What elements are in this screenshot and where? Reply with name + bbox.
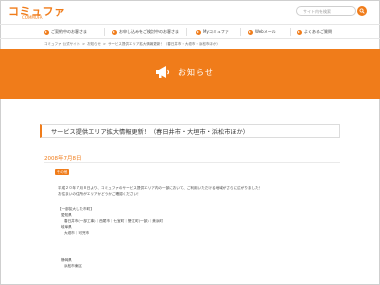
breadcrumb-separator: > (82, 42, 86, 46)
nav-item-prospective-customers[interactable]: お申し込みをご検討中のお客さま (112, 25, 179, 39)
nav-item-label: ご契約中のお客さま (51, 29, 87, 34)
article-date: 2008年7月8日 (44, 156, 82, 162)
article-line: 平成２０年７月８日より、コミュファのサービス提供エリア内の一部において、ご利用い… (58, 186, 263, 190)
nav-item-label: よくあるご質問 (304, 29, 332, 34)
arrow-circle-icon (248, 29, 253, 35)
nav-divider (290, 28, 291, 36)
article-line: 静岡県 (61, 258, 72, 262)
commufa-logo[interactable]: コミュファ COMMUFA (8, 3, 65, 21)
nav-item-faq[interactable]: よくあるご質問 (297, 25, 332, 39)
search-icon (359, 8, 365, 14)
megaphone-icon (156, 66, 170, 78)
article-line: 【一部拡大した市町】 (58, 207, 94, 211)
page-banner: お知らせ (0, 49, 380, 99)
arrow-circle-icon (297, 29, 302, 35)
nav-divider (240, 28, 241, 36)
breadcrumb-separator: > (103, 42, 106, 46)
logo-subtext: COMMUFA (22, 15, 43, 20)
site-header: コミュファ COMMUFA (0, 0, 380, 24)
nav-divider (104, 28, 105, 36)
search-button[interactable] (357, 6, 367, 16)
global-nav: ご契約中のお客さま お申し込みをご検討中のお客さま Myコミュファ Webメール… (0, 24, 380, 39)
nav-divider (186, 28, 187, 36)
article-line: 愛知県 (61, 213, 72, 217)
breadcrumb-link-home[interactable]: コミュファ 公式サイト (44, 42, 80, 47)
category-badge: その他 (55, 169, 69, 175)
article-line: 岐阜県 (61, 225, 72, 229)
breadcrumb: コミュファ 公式サイト > お知らせ > サービス提供エリア拡大情報更新！（春日… (44, 42, 220, 47)
article-headline-box: サービス提供エリア拡大情報更新！（春日井市・大垣市・浜松市ほか） (40, 124, 340, 138)
nav-item-webmail[interactable]: Webメール (248, 25, 276, 39)
arrow-circle-icon (196, 29, 201, 35)
nav-item-label: Webメール (255, 29, 276, 34)
page-title: お知らせ (178, 68, 214, 77)
nav-item-label: お申し込みをご検討中のお客さま (119, 29, 179, 34)
breadcrumb-current: サービス提供エリア拡大情報更新！（春日井市・大垣市・浜松市ほか） (107, 42, 220, 46)
arrow-circle-icon (112, 29, 117, 35)
nav-item-my-commufa[interactable]: Myコミュファ (196, 25, 229, 39)
article-line: お住まいの住所がエリアかどうかご確認ください！ (58, 192, 141, 196)
breadcrumb-link-news[interactable]: お知らせ (87, 42, 101, 47)
article-line: 大垣市｜可児市 (64, 231, 90, 235)
article-line: 春日井市(一部工事)｜西尾市｜七宝町｜蟹江町(一部)｜美浜町 (64, 219, 164, 223)
nav-item-current-customers[interactable]: ご契約中のお客さま (44, 25, 87, 39)
search-input[interactable] (296, 6, 356, 16)
arrow-circle-icon (44, 29, 49, 35)
article-line: 浜松市東区 (64, 264, 82, 268)
article-headline: サービス提供エリア拡大情報更新！（春日井市・大垣市・浜松市ほか） (51, 129, 249, 136)
date-divider (44, 162, 340, 163)
nav-item-label: Myコミュファ (203, 29, 229, 34)
